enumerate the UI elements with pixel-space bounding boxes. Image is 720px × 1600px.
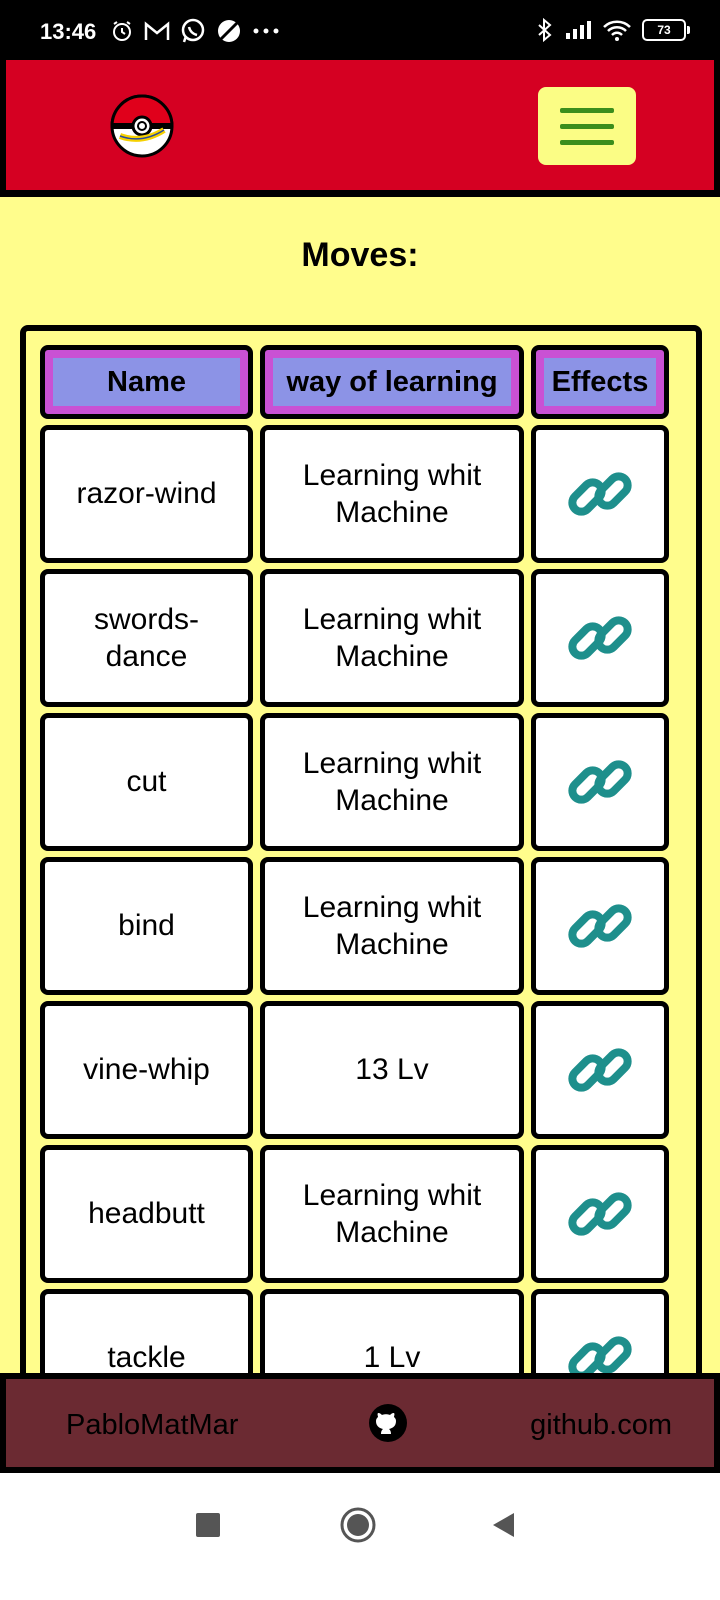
gmail-icon: [144, 20, 170, 42]
effects-cell: [531, 1145, 669, 1283]
header-name-label: Name: [53, 358, 240, 406]
status-time: 13:46: [40, 19, 97, 44]
back-button[interactable]: [490, 1511, 516, 1539]
recents-button[interactable]: [196, 1513, 220, 1537]
move-name: swords-dance: [40, 569, 253, 707]
link-icon[interactable]: [564, 458, 636, 530]
header-way-label: way of learning: [273, 358, 511, 406]
footer-author[interactable]: PabloMatMar: [66, 1409, 238, 1442]
wifi-icon: [602, 18, 632, 42]
github-icon[interactable]: [368, 1403, 408, 1443]
effects-cell: [531, 569, 669, 707]
system-nav-bar: [0, 1473, 720, 1600]
move-name: bind: [40, 857, 253, 995]
footer: PabloMatMar github.com: [0, 1373, 720, 1473]
menu-line: [560, 107, 614, 113]
effects-cell: [531, 1001, 669, 1139]
bluetooth-icon: [536, 18, 554, 42]
header-name: Name: [40, 345, 253, 419]
effects-cell: [531, 713, 669, 851]
table-row: bind Learning whit Machine: [40, 857, 669, 995]
header-way: way of learning: [260, 345, 524, 419]
table-row: swords-dance Learning whit Machine: [40, 569, 669, 707]
link-icon[interactable]: [564, 602, 636, 674]
link-icon[interactable]: [564, 746, 636, 818]
link-icon[interactable]: [564, 1178, 636, 1250]
signal-icon: [564, 19, 592, 41]
table-row: cut Learning whit Machine: [40, 713, 669, 851]
move-name: vine-whip: [40, 1001, 253, 1139]
app-header: [0, 60, 720, 197]
table-row: vine-whip 13 Lv: [40, 1001, 669, 1139]
move-name: razor-wind: [40, 425, 253, 563]
header-effects: Effects: [531, 345, 669, 419]
section-title: Moves:: [301, 236, 419, 274]
status-icons-left: [110, 18, 280, 44]
effects-cell: [531, 425, 669, 563]
move-way: 13 Lv: [260, 1001, 524, 1139]
more-icon: [252, 27, 280, 35]
link-icon[interactable]: [564, 890, 636, 962]
home-button[interactable]: [338, 1505, 378, 1545]
move-way: Learning whit Machine: [260, 857, 524, 995]
battery-icon: 73: [642, 19, 690, 41]
link-icon[interactable]: [564, 1034, 636, 1106]
move-way: Learning whit Machine: [260, 569, 524, 707]
app-icon: [216, 18, 242, 44]
alarm-icon: [110, 19, 134, 43]
footer-site-link[interactable]: github.com: [530, 1409, 672, 1442]
table-header-row: Name way of learning Effects: [40, 345, 669, 419]
move-name: headbutt: [40, 1145, 253, 1283]
table-row: headbutt Learning whit Machine: [40, 1145, 669, 1283]
status-bar: 13:46 73: [0, 0, 720, 60]
move-way: Learning whit Machine: [260, 1145, 524, 1283]
pokeball-logo[interactable]: [110, 94, 174, 158]
header-effects-label: Effects: [544, 358, 656, 406]
move-way: Learning whit Machine: [260, 713, 524, 851]
status-icons-right: 73: [536, 18, 690, 42]
menu-button[interactable]: [538, 87, 636, 165]
table-row: razor-wind Learning whit Machine: [40, 425, 669, 563]
move-way: Learning whit Machine: [260, 425, 524, 563]
menu-line: [560, 139, 614, 145]
whatsapp-icon: [180, 18, 206, 44]
move-name: cut: [40, 713, 253, 851]
moves-table: Name way of learning Effects razor-wind …: [20, 325, 702, 1465]
effects-cell: [531, 857, 669, 995]
menu-line: [560, 123, 614, 129]
